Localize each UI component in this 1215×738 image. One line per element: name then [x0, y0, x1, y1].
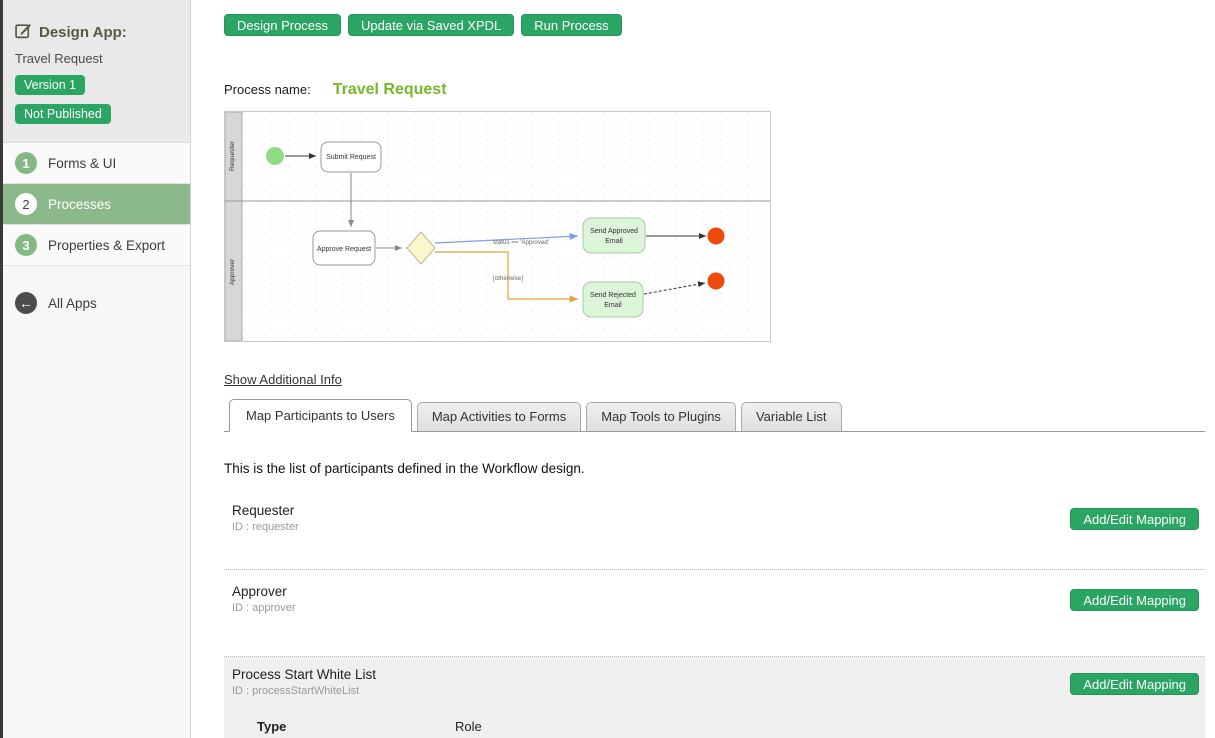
add-edit-mapping-button-approver[interactable]: Add/Edit Mapping	[1070, 589, 1199, 611]
tool-send-approved-email	[583, 218, 645, 253]
sidebar-item-label: Forms & UI	[48, 156, 116, 171]
mapping-type-label: Type	[257, 719, 455, 734]
end-event-node-rejected	[708, 273, 725, 290]
app-name: Travel Request	[15, 51, 178, 66]
lane-label-approver: Approver	[229, 258, 236, 285]
edge-label-otherwise: [otherwise]	[493, 275, 523, 282]
process-name-label: Process name:	[224, 82, 311, 97]
sidebar-dark-edge	[0, 0, 3, 738]
sidebar-header: Design App: Travel Request Version 1 Not…	[3, 0, 190, 142]
tool-label: Send Rejected	[590, 292, 636, 299]
process-toolbar: Design Process Update via Saved XPDL Run…	[224, 14, 1205, 36]
activity-label: Submit Request	[326, 154, 376, 161]
start-event-node	[266, 147, 284, 165]
sidebar-nav: 1 Forms & UI 2 Processes 3 Properties & …	[3, 142, 190, 266]
add-edit-mapping-button-requester[interactable]: Add/Edit Mapping	[1070, 508, 1199, 530]
edge-label-approved: status == 'Approved'	[493, 239, 549, 246]
step-3-badge: 3	[15, 234, 37, 256]
design-app-label: Design App:	[39, 24, 127, 41]
tool-label: Email	[604, 302, 622, 309]
tab-variable-list[interactable]: Variable List	[741, 402, 842, 431]
run-process-button[interactable]: Run Process	[521, 14, 621, 36]
participant-id: ID : processStartWhiteList	[232, 685, 1205, 697]
add-edit-mapping-button-process-start-white-list[interactable]: Add/Edit Mapping	[1070, 673, 1199, 695]
end-event-node-approved	[708, 228, 725, 245]
sidebar: Design App: Travel Request Version 1 Not…	[0, 0, 191, 738]
participant-list: Requester ID : requester Add/Edit Mappin…	[224, 496, 1205, 738]
back-arrow-icon: ←	[15, 292, 37, 314]
tool-label: Send Approved	[590, 228, 638, 235]
participant-row-approver: Approver ID : approver Add/Edit Mapping	[224, 570, 1205, 657]
sidebar-item-forms-ui[interactable]: 1 Forms & UI	[3, 143, 190, 184]
tool-label: Email	[605, 238, 623, 245]
sidebar-item-processes[interactable]: 2 Processes	[3, 184, 190, 225]
tool-send-rejected-email	[583, 282, 643, 317]
tab-map-participants-to-users[interactable]: Map Participants to Users	[229, 399, 412, 432]
step-2-badge: 2	[15, 193, 37, 215]
participant-row-process-start-white-list: Process Start White List ID : processSta…	[224, 657, 1205, 738]
participant-name: Approver	[232, 584, 1205, 599]
publish-status-badge: Not Published	[15, 104, 111, 124]
process-name-row: Process name: Travel Request	[224, 81, 1205, 99]
process-name-value: Travel Request	[333, 81, 447, 99]
update-xpdl-button[interactable]: Update via Saved XPDL	[348, 14, 514, 36]
edit-pencil-icon	[15, 22, 32, 42]
mapping-details: Type Role Value Admin	[257, 719, 1205, 738]
process-diagram-thumbnail: Requester Approver Submit Request Approv…	[224, 111, 771, 342]
activity-label: Approve Request	[317, 246, 371, 253]
tab-map-tools-to-plugins[interactable]: Map Tools to Plugins	[586, 402, 736, 431]
design-process-button[interactable]: Design Process	[224, 14, 341, 36]
lane-label-requester: Requester	[229, 140, 236, 171]
participant-name: Requester	[232, 503, 1205, 518]
design-app-page: Design App: Travel Request Version 1 Not…	[0, 0, 1215, 738]
tab-map-activities-to-forms[interactable]: Map Activities to Forms	[417, 402, 581, 431]
sidebar-item-properties-export[interactable]: 3 Properties & Export	[3, 225, 190, 266]
all-apps-label: All Apps	[48, 296, 97, 311]
mapping-tabs: Map Participants to Users Map Activities…	[224, 399, 1205, 432]
mapping-type-value: Role	[455, 719, 482, 734]
step-1-badge: 1	[15, 152, 37, 174]
participant-name: Process Start White List	[232, 667, 1205, 682]
version-badge: Version 1	[15, 75, 85, 95]
sidebar-item-label: Processes	[48, 197, 111, 212]
show-additional-info-link[interactable]: Show Additional Info	[224, 372, 342, 387]
participant-row-requester: Requester ID : requester Add/Edit Mappin…	[224, 496, 1205, 570]
participants-intro-text: This is the list of participants defined…	[224, 461, 1205, 476]
sidebar-item-label: Properties & Export	[48, 238, 165, 253]
main-content: Design Process Update via Saved XPDL Run…	[191, 0, 1215, 738]
sidebar-item-all-apps[interactable]: ← All Apps	[3, 283, 190, 323]
participant-id: ID : requester	[232, 521, 1205, 533]
participant-id: ID : approver	[232, 602, 1205, 614]
